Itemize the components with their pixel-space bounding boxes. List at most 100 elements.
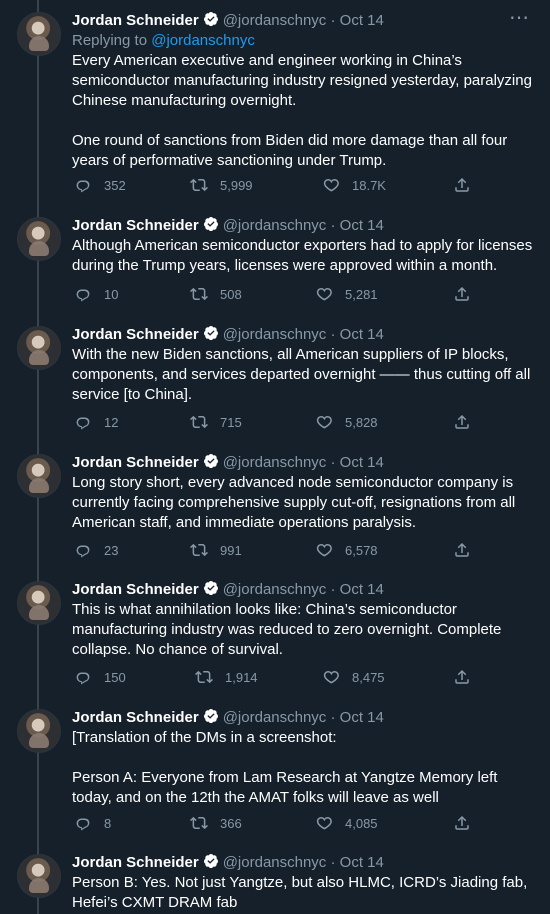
reply-icon [76,672,90,685]
replying-to-link[interactable]: @jordanschnyc [151,32,255,49]
share-button[interactable] [453,814,471,835]
share-button[interactable] [453,668,471,689]
tweet-text: With the new Biden sanctions, all Americ… [72,346,531,403]
reply-button[interactable]: 8 [74,813,111,833]
reply-count: 23 [104,542,119,558]
tweet-header: Jordan Schneider @jordanschnyc · Oct 14 [72,854,384,871]
retweet-button[interactable]: 991 [190,540,242,560]
avatar[interactable] [17,709,61,753]
retweet-icon [195,670,213,684]
share-icon [455,669,469,684]
retweet-count: 508 [220,286,242,302]
retweet-count: 1,914 [225,669,258,685]
retweet-icon [190,287,208,301]
author-name[interactable]: Jordan Schneider [72,709,199,726]
reply-count: 150 [104,669,126,685]
like-button[interactable]: 5,281 [315,284,378,304]
author-name[interactable]: Jordan Schneider [72,326,199,343]
retweet-count: 991 [220,542,242,558]
tweet-actions: 10 508 5,281 [72,284,469,304]
tweet-text: Person B: Yes. Not just Yangtze, but als… [72,874,528,911]
verified-badge-icon [203,12,218,27]
retweet-button[interactable]: 1,914 [195,667,258,687]
tweet-date[interactable]: Oct 14 [340,854,384,871]
avatar[interactable] [17,326,61,370]
like-button[interactable]: 18.7K [322,175,386,195]
verified-badge-icon [203,217,218,232]
retweet-count: 366 [220,815,242,831]
author-handle[interactable]: @jordanschnyc [223,854,327,871]
like-button[interactable]: 6,578 [315,540,378,560]
like-count: 5,281 [345,286,378,302]
reply-count: 10 [104,286,119,302]
like-button[interactable]: 5,828 [315,412,378,432]
share-icon [455,286,469,301]
reply-icon [76,545,90,558]
avatar[interactable] [17,12,61,56]
share-button[interactable] [453,541,471,562]
verified-badge-icon [203,709,218,724]
like-count: 5,828 [345,414,378,430]
avatar[interactable] [17,454,61,498]
reply-count: 352 [104,177,126,193]
reply-button[interactable]: 12 [74,412,118,432]
author-handle[interactable]: @jordanschnyc [223,217,327,234]
author-name[interactable]: Jordan Schneider [72,454,199,471]
verified-badge-icon [203,854,218,869]
tweet-date[interactable]: Oct 14 [340,454,384,471]
tweet-actions: 8 366 4,085 [72,813,469,833]
tweet-text: Long story short, every advanced node se… [72,474,516,531]
share-button[interactable] [453,285,471,306]
author-name[interactable]: Jordan Schneider [72,581,199,598]
reply-button[interactable]: 150 [74,667,126,687]
tweet-text: Every American executive and engineer wo… [72,52,532,169]
avatar[interactable] [17,217,61,261]
tweet-date[interactable]: Oct 14 [340,12,384,29]
like-button[interactable]: 4,085 [315,813,378,833]
heart-icon [323,179,339,192]
author-handle[interactable]: @jordanschnyc [223,326,327,343]
share-icon [455,177,469,192]
like-count: 18.7K [352,177,386,193]
reply-button[interactable]: 352 [74,175,126,195]
author-handle[interactable]: @jordanschnyc [223,454,327,471]
author-name[interactable]: Jordan Schneider [72,12,199,29]
reply-button[interactable]: 23 [74,540,118,560]
retweet-icon [190,543,208,557]
retweet-button[interactable]: 5,999 [190,175,253,195]
more-icon[interactable]: ⋯ [509,8,530,28]
author-name[interactable]: Jordan Schneider [72,854,199,871]
share-icon [455,414,469,429]
tweet-date[interactable]: Oct 14 [340,581,384,598]
retweet-button[interactable]: 715 [190,412,242,432]
author-handle[interactable]: @jordanschnyc [223,581,327,598]
retweet-icon [190,415,208,429]
tweet-date[interactable]: Oct 14 [340,326,384,343]
replying-to: Replying to @jordanschnyc [72,32,255,49]
avatar[interactable] [17,854,61,898]
share-button[interactable] [453,413,471,434]
tweet-date[interactable]: Oct 14 [340,217,384,234]
retweet-count: 5,999 [220,177,253,193]
author-name[interactable]: Jordan Schneider [72,217,199,234]
author-handle[interactable]: @jordanschnyc [223,12,327,29]
retweet-button[interactable]: 508 [190,284,242,304]
tweet-text: [Translation of the DMs in a screenshot:… [72,729,498,806]
retweet-button[interactable]: 366 [190,813,242,833]
reply-count: 8 [104,815,112,831]
tweet-header: Jordan Schneider @jordanschnyc · Oct 14 [72,217,384,234]
reply-button[interactable]: 10 [74,284,118,304]
reply-icon [76,818,90,831]
tweet-actions: 150 1,914 8,475 [72,667,469,687]
share-icon [455,542,469,557]
tweet-header: Jordan Schneider @jordanschnyc · Oct 14 [72,709,384,726]
author-handle[interactable]: @jordanschnyc [223,709,327,726]
like-count: 6,578 [345,542,378,558]
like-button[interactable]: 8,475 [322,667,385,687]
tweet-header: Jordan Schneider @jordanschnyc · Oct 14 [72,326,384,343]
avatar[interactable] [17,581,61,625]
share-icon [455,815,469,830]
tweet-date[interactable]: Oct 14 [340,709,384,726]
heart-icon [323,671,339,684]
share-button[interactable] [453,176,471,197]
